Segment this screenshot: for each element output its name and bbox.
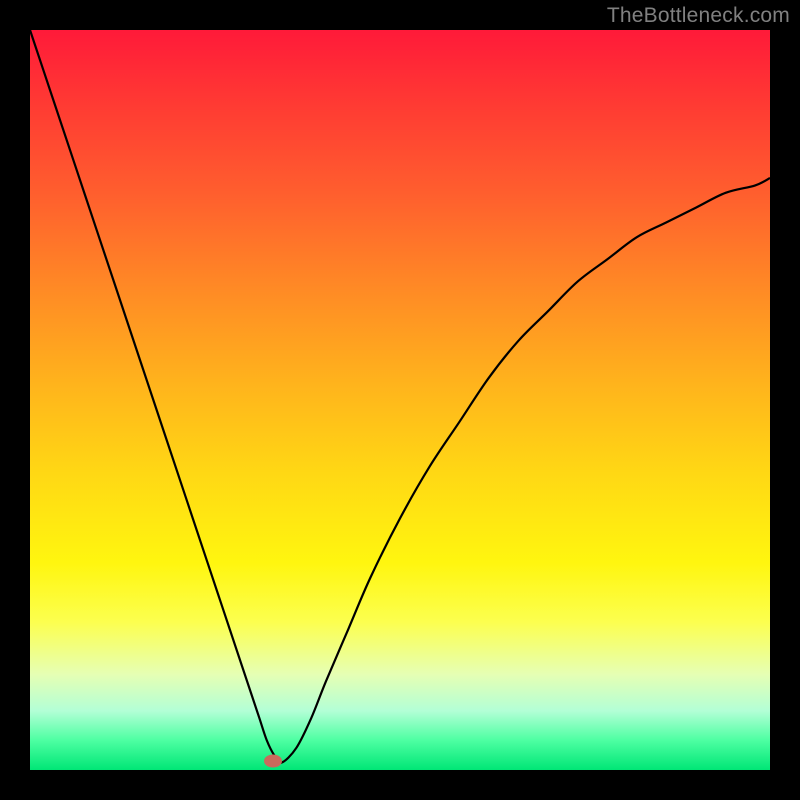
curve-path: [30, 30, 770, 763]
bottleneck-curve: [30, 30, 770, 770]
minimum-marker: [264, 755, 282, 768]
chart-frame: TheBottleneck.com: [0, 0, 800, 800]
watermark-text: TheBottleneck.com: [607, 4, 790, 28]
